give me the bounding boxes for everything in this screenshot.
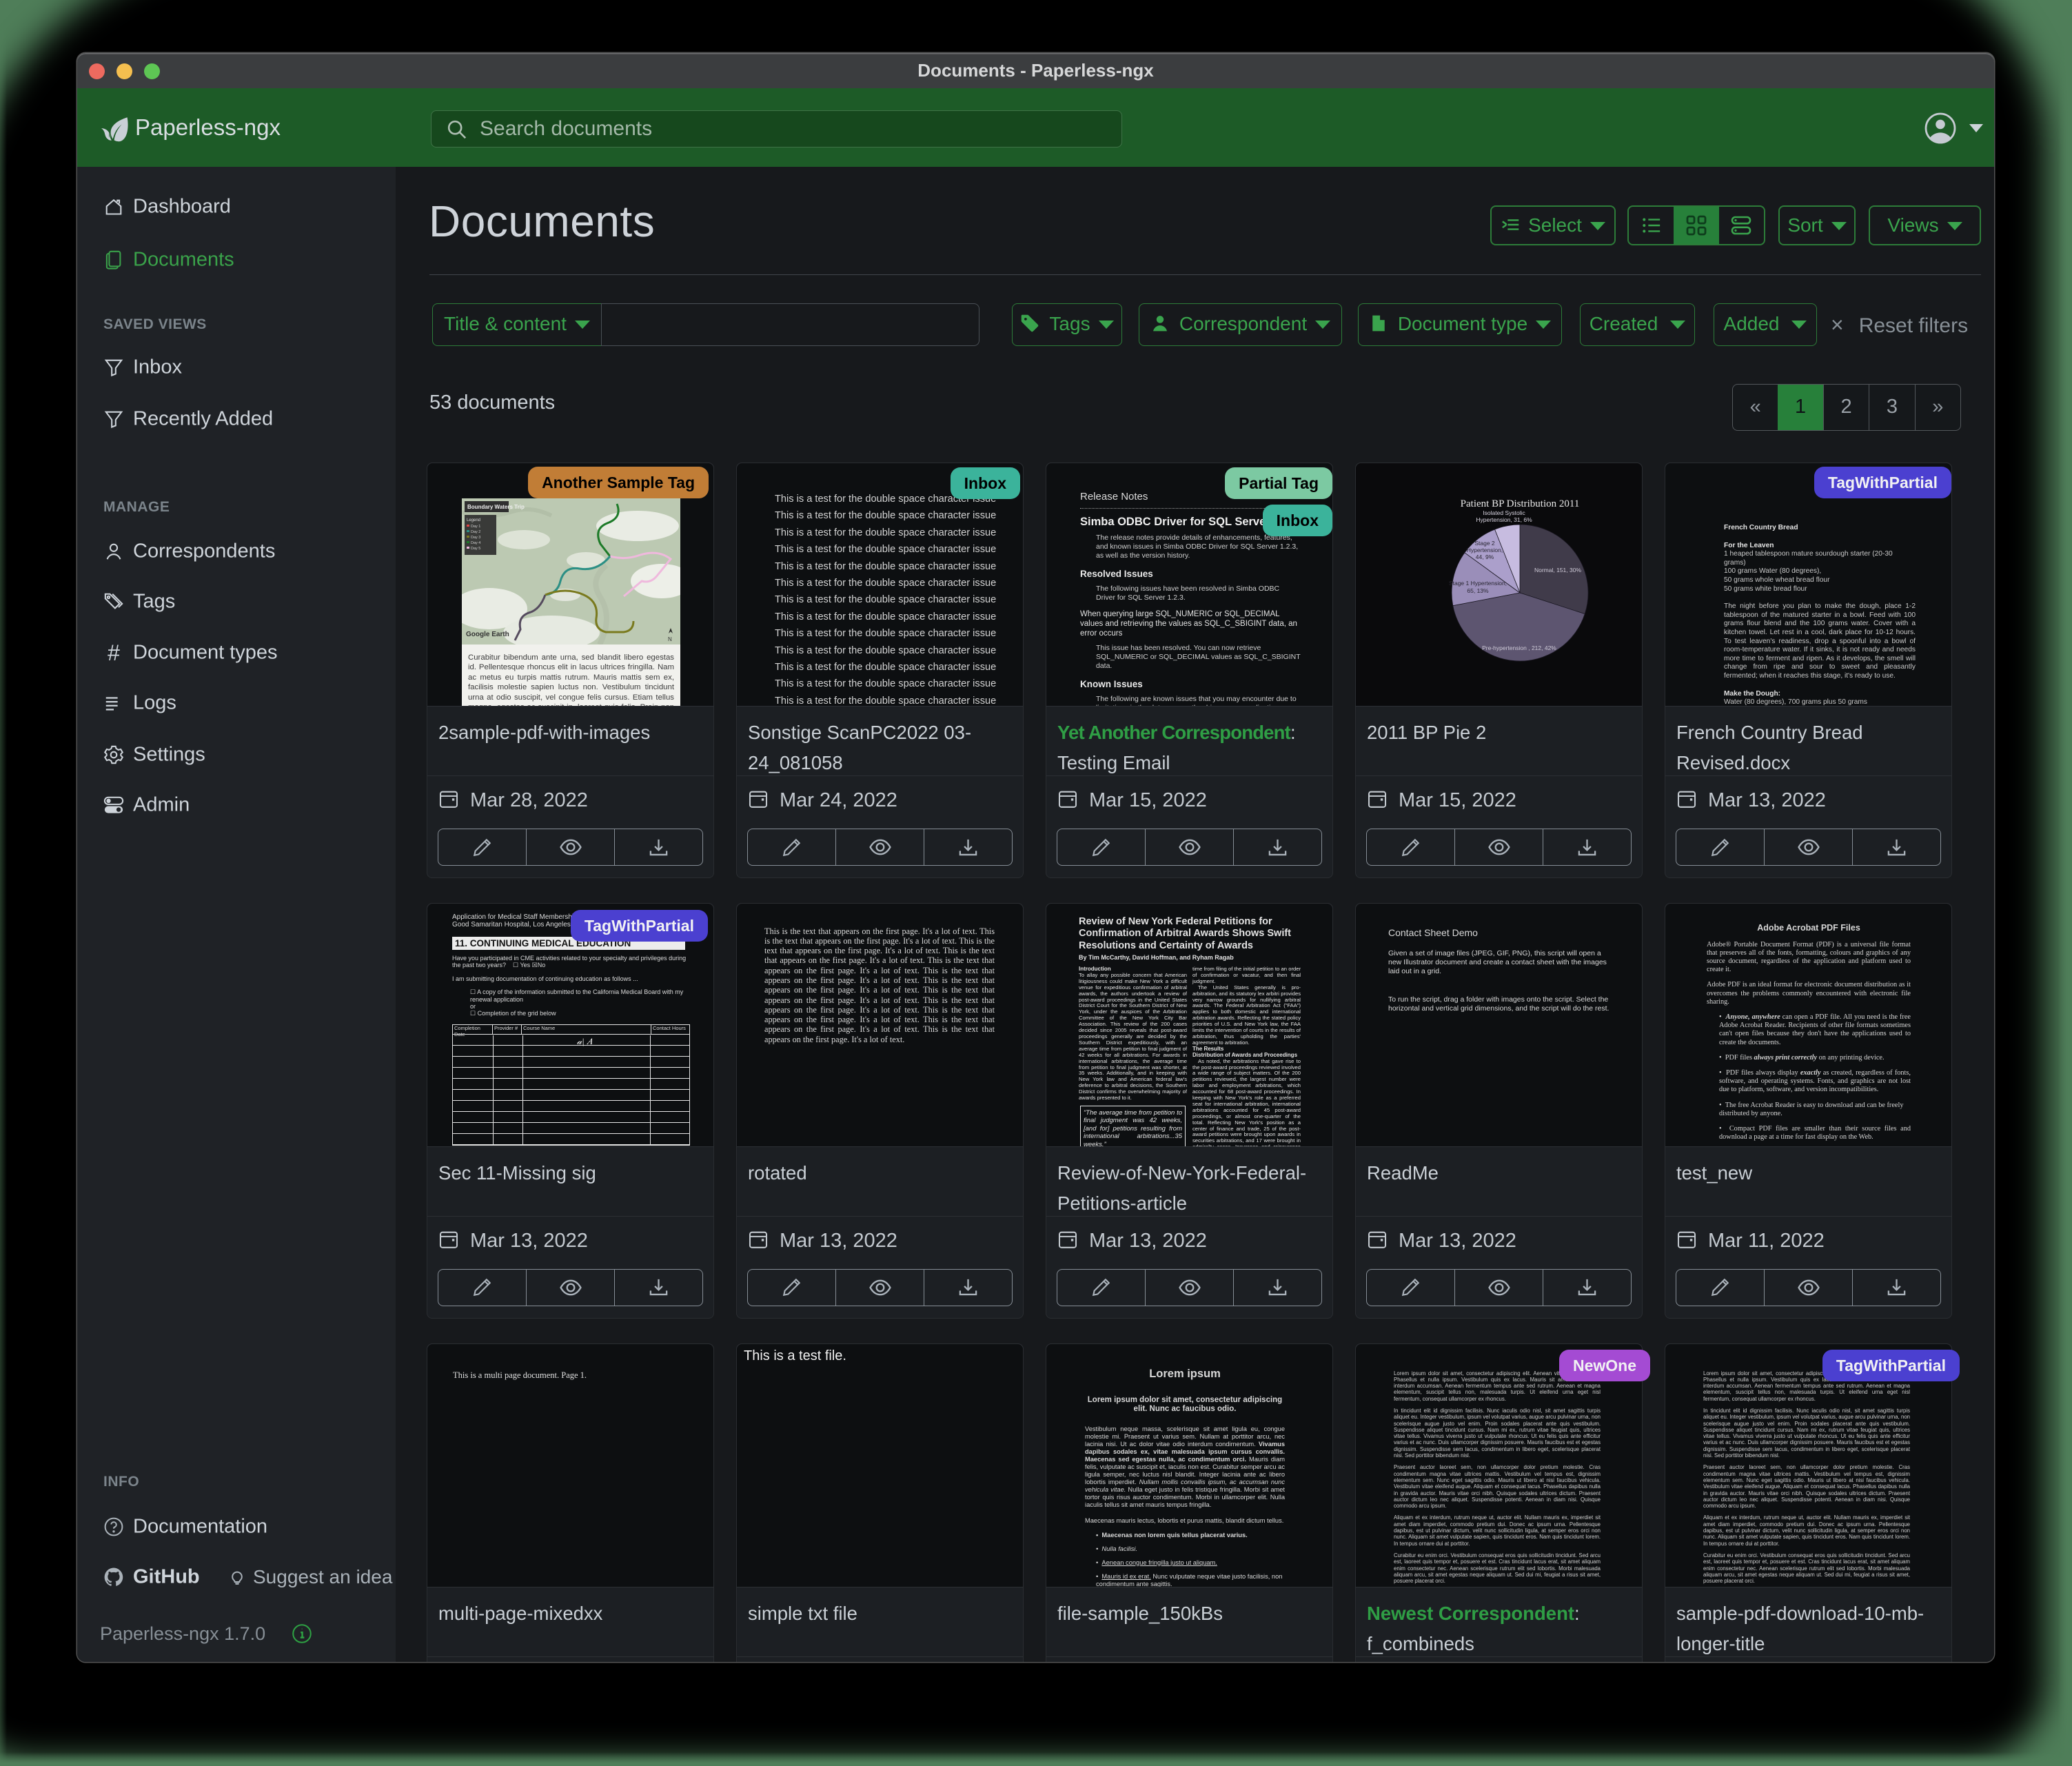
svg-text:Day 2: Day 2: [471, 530, 480, 534]
svg-text:Stage 1 Hypertension,: Stage 1 Hypertension,: [1449, 580, 1507, 587]
svg-text:44, 9%: 44, 9%: [1476, 554, 1494, 560]
svg-text:Pre-hypertension , 212, 42%: Pre-hypertension , 212, 42%: [1482, 645, 1556, 651]
svg-text:Day 3: Day 3: [471, 536, 480, 540]
svg-text:Hypertension,: Hypertension,: [1467, 547, 1503, 554]
svg-text:Legend: Legend: [467, 518, 480, 522]
svg-text:65, 13%: 65, 13%: [1467, 587, 1489, 594]
svg-text:Google Earth: Google Earth: [466, 631, 509, 638]
svg-text:Patient BP Distribution 2011: Patient BP Distribution 2011: [1461, 498, 1580, 509]
svg-text:N: N: [668, 636, 672, 642]
svg-text:Hypertension, 31, 6%: Hypertension, 31, 6%: [1476, 516, 1532, 523]
svg-text:Isolated Systolic: Isolated Systolic: [1483, 509, 1525, 516]
svg-text:Day 4: Day 4: [471, 541, 480, 545]
svg-text:Stage 2: Stage 2: [1474, 540, 1495, 547]
svg-text:Day 5: Day 5: [471, 547, 480, 551]
svg-text:Normal, 151, 30%: Normal, 151, 30%: [1534, 567, 1581, 574]
svg-text:Day 1: Day 1: [471, 525, 480, 529]
svg-text:Boundary Waters Trip: Boundary Waters Trip: [467, 504, 525, 510]
